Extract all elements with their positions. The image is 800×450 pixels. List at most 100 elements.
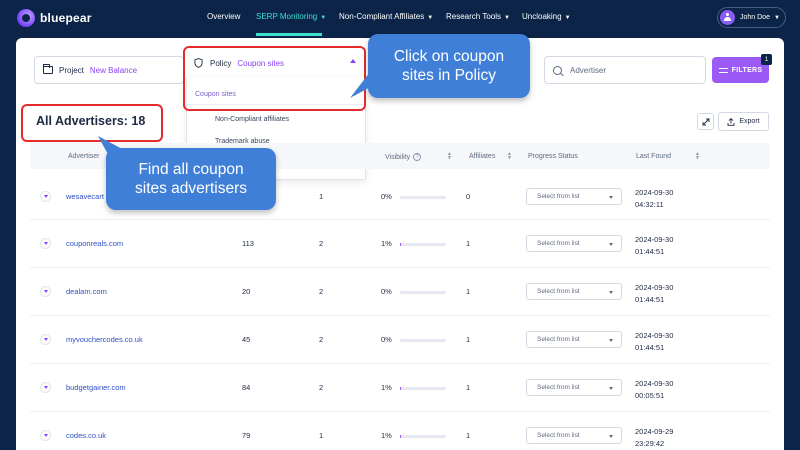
row-value: 2	[319, 383, 324, 392]
column-header-advertiser[interactable]: Advertiser	[68, 153, 100, 160]
row-divider	[30, 267, 770, 268]
chevron-down-icon	[43, 242, 48, 245]
chevron-down-icon: ▼	[564, 15, 571, 21]
row-value: 1	[319, 431, 324, 440]
advertiser-link[interactable]: budgetgainer.com	[66, 383, 126, 392]
logo[interactable]: bluepear	[17, 9, 92, 27]
row-divider	[30, 363, 770, 364]
policy-option-coupon-sites[interactable]: Coupon sites	[195, 91, 236, 98]
nav-overview[interactable]: Overview	[207, 12, 240, 21]
chevron-down-icon: ▼	[773, 14, 780, 21]
visibility-bar	[400, 196, 446, 199]
expand-row-button[interactable]	[40, 191, 51, 202]
visibility-value: 0%	[381, 287, 392, 296]
row-value: 2	[319, 335, 324, 344]
expand-row-button[interactable]	[40, 334, 51, 345]
column-header-last-found[interactable]: Last Found	[636, 153, 671, 160]
progress-status-select[interactable]: Select from list	[526, 188, 622, 205]
row-divider	[30, 315, 770, 316]
brand-name: bluepear	[40, 11, 92, 25]
user-icon	[723, 13, 732, 22]
visibility-bar	[400, 243, 446, 246]
chevron-up-icon	[350, 59, 356, 63]
policy-callout-line-1: Click on coupon	[393, 48, 505, 65]
export-label: Export	[739, 118, 760, 125]
row-divider	[30, 219, 770, 220]
visibility-value: 1%	[381, 383, 392, 392]
expand-icon	[702, 118, 709, 125]
last-found-date: 2024-09-30 01:44:51	[635, 283, 674, 304]
affiliates-count: 1	[466, 383, 471, 392]
sort-icon[interactable]: ▲ ▼	[695, 152, 700, 161]
filters-count-badge: 1	[761, 54, 772, 65]
nav-research-tools[interactable]: Research Tools ▼	[446, 12, 510, 21]
advertiser-link[interactable]: couponreals.com	[66, 239, 123, 248]
progress-status-select[interactable]: Select from list	[526, 235, 622, 252]
sort-icon[interactable]: ▲ ▼	[447, 152, 452, 161]
advertiser-placeholder: Advertiser	[570, 65, 607, 75]
info-icon: ?	[413, 153, 422, 161]
divider	[187, 104, 365, 105]
visibility-value: 1%	[381, 239, 392, 248]
chevron-down-icon	[43, 290, 48, 293]
column-header-affiliates[interactable]: Affiliates	[469, 153, 495, 160]
advertiser-link[interactable]: wesavecart	[66, 192, 104, 201]
fullscreen-button[interactable]	[697, 113, 714, 130]
expand-row-button[interactable]	[40, 286, 51, 297]
advertiser-link[interactable]: codes.co.uk	[66, 431, 106, 440]
nav-non-compliant-affiliates[interactable]: Non-Compliant Affiliates ▼	[339, 12, 433, 21]
policy-label: Policy	[210, 58, 232, 68]
progress-status-select[interactable]: Select from list	[526, 331, 622, 348]
policy-select[interactable]: Policy Coupon sites	[186, 49, 366, 77]
row-value: 113	[242, 239, 254, 248]
row-value: 2	[319, 239, 324, 248]
chevron-down-icon	[609, 387, 613, 390]
progress-status-select[interactable]: Select from list	[526, 283, 622, 300]
progress-status-select[interactable]: Select from list	[526, 379, 622, 396]
nav-serp-monitoring[interactable]: SERP Monitoring ▼	[256, 12, 326, 21]
sort-icon[interactable]: ▲ ▼	[507, 152, 512, 161]
advertiser-search-input[interactable]: Advertiser	[544, 56, 706, 84]
column-header-progress-status[interactable]: Progress Status	[528, 153, 578, 160]
policy-option-non-compliant-affiliates[interactable]: Non-Compliant affiliates	[215, 116, 289, 123]
user-name: John Doe	[740, 14, 770, 21]
last-found-date: 2024-09-29 23:29:42	[635, 427, 674, 448]
chevron-down-icon: ▼	[504, 15, 510, 21]
column-header-visibility[interactable]: Visibility?	[385, 153, 422, 161]
visibility-bar	[400, 435, 446, 438]
chevron-down-icon	[609, 435, 613, 438]
advertiser-link[interactable]: myvouchercodes.co.uk	[66, 335, 143, 344]
row-value: 20	[242, 287, 251, 296]
expand-row-button[interactable]	[40, 430, 51, 441]
advertisers-callout-line-2: sites advertisers	[135, 180, 247, 197]
last-found-date: 2024-09-30 04:32:11	[635, 188, 674, 209]
chevron-down-icon	[43, 195, 48, 198]
callout-pointer-icon	[350, 72, 376, 98]
chevron-down-icon	[609, 196, 613, 199]
last-found-date: 2024-09-30 01:44:51	[635, 331, 674, 352]
nav-unclocking[interactable]: Uncloaking ▼	[522, 12, 571, 21]
chevron-down-icon	[609, 339, 613, 342]
policy-callout-line-2: sites in Policy	[402, 67, 496, 84]
filters-button-label: FILTERS	[731, 66, 763, 74]
project-label: Project	[59, 65, 84, 75]
expand-row-button[interactable]	[40, 382, 51, 393]
advertiser-link[interactable]: dealam.com	[66, 287, 107, 296]
visibility-bar	[400, 339, 446, 342]
progress-status-select[interactable]: Select from list	[526, 427, 622, 444]
policy-callout: Click on coupon sites in Policy	[368, 34, 530, 98]
last-found-date: 2024-09-30 00:05:51	[635, 379, 674, 400]
affiliates-count: 1	[466, 239, 471, 248]
advertisers-callout-line-1: Find all coupon	[138, 161, 244, 178]
chevron-down-icon	[609, 243, 613, 246]
export-button[interactable]: Export	[718, 112, 769, 131]
project-select[interactable]: Project New Balance	[34, 56, 184, 84]
affiliates-count: 1	[466, 335, 471, 344]
visibility-value: 0%	[381, 335, 392, 344]
visibility-value: 0%	[381, 192, 392, 201]
chevron-down-icon	[43, 338, 48, 341]
affiliates-count: 1	[466, 287, 471, 296]
filter-icon	[718, 67, 728, 74]
user-menu[interactable]: John Doe ▼	[717, 7, 786, 28]
expand-row-button[interactable]	[40, 238, 51, 249]
